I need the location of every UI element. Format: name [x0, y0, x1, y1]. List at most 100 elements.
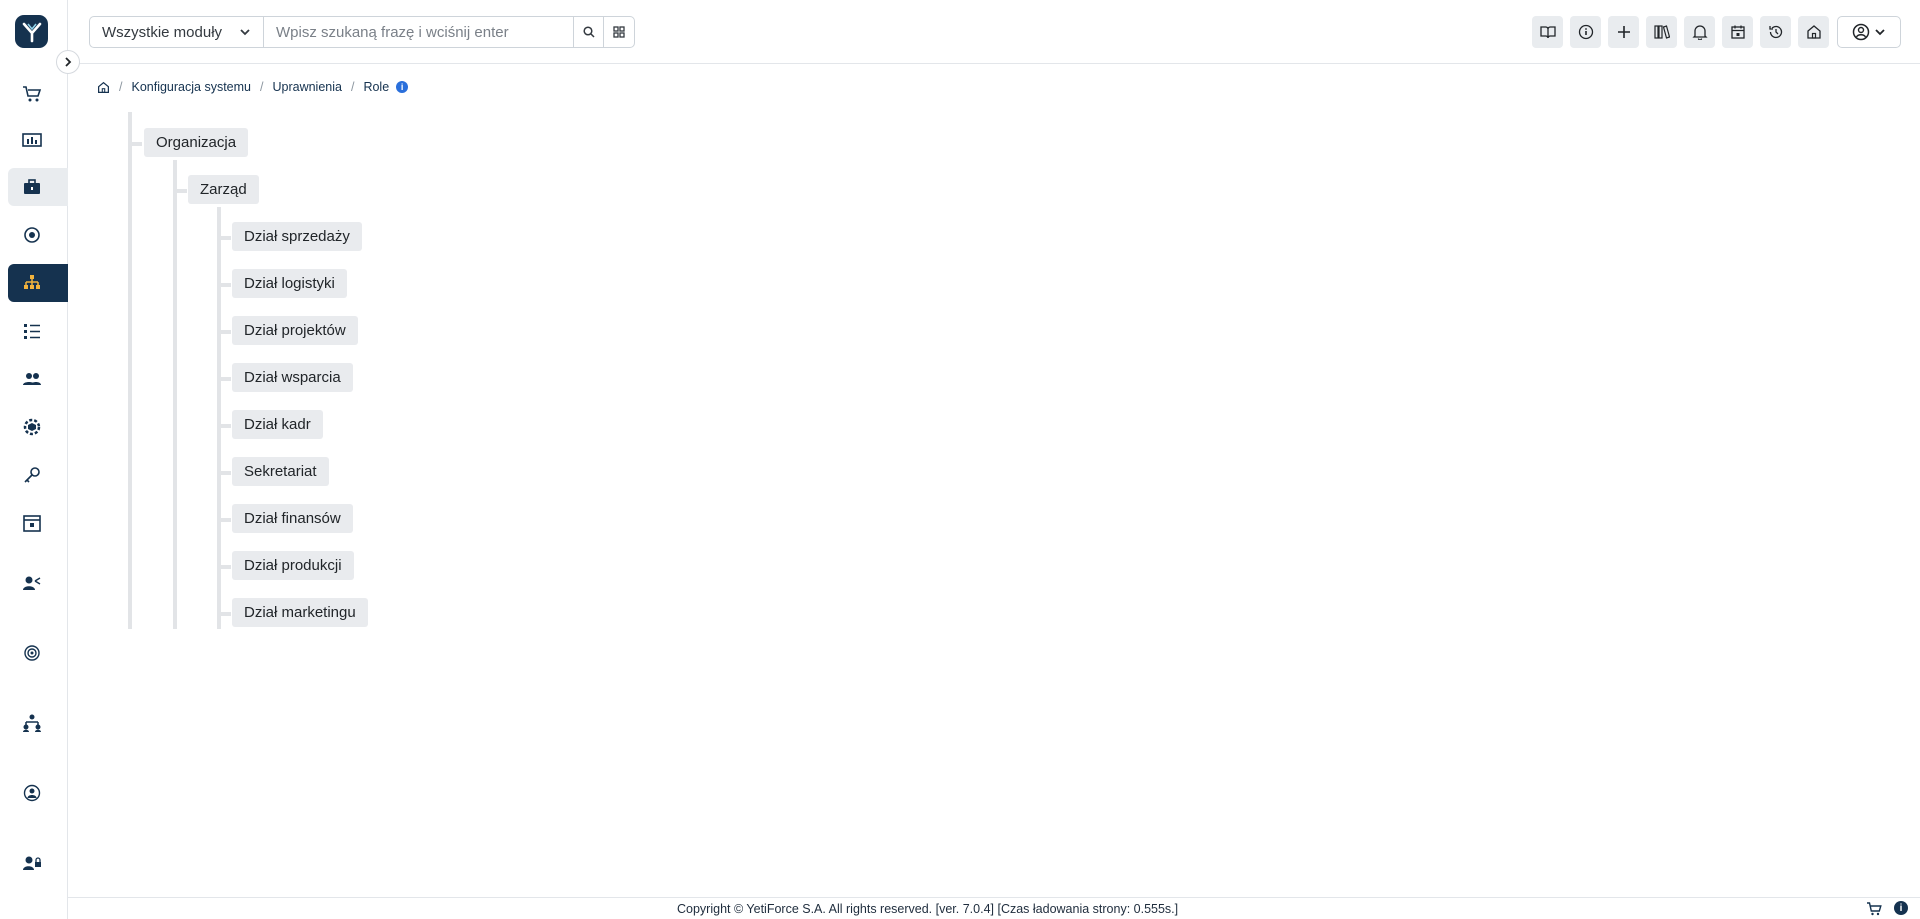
tree-connector — [177, 189, 187, 193]
user-sync-icon — [23, 784, 41, 802]
cart-icon[interactable] — [1866, 901, 1882, 917]
breadcrumb-item-current: Role — [363, 80, 390, 94]
notifications-button[interactable] — [1684, 16, 1715, 48]
sidebar-item-security[interactable] — [8, 456, 68, 494]
module-select[interactable]: Wszystkie moduły — [89, 16, 263, 48]
breadcrumb-separator: / — [119, 80, 123, 94]
tree-connector — [221, 565, 231, 569]
sidebar-item-calendar[interactable] — [8, 504, 68, 542]
tree-connector — [221, 330, 231, 334]
cog-cube-icon — [23, 418, 41, 436]
tree-node-level1[interactable]: Zarząd — [188, 175, 259, 204]
home-button[interactable] — [1798, 16, 1829, 48]
tree-connector — [221, 283, 231, 287]
tree-line — [128, 112, 132, 629]
breadcrumb-item[interactable]: Uprawnienia — [272, 80, 341, 94]
info-icon[interactable]: i — [396, 81, 409, 93]
footer-copyright: Copyright © YetiForce S.A. All rights re… — [677, 902, 1179, 916]
info-button[interactable] — [1570, 16, 1601, 48]
sidebar-item-fingerprint[interactable] — [8, 634, 68, 672]
sidebar-item-modules[interactable] — [8, 408, 68, 446]
tree-node-child[interactable]: Sekretariat — [232, 457, 329, 486]
fingerprint-icon — [24, 645, 40, 661]
home-icon — [1806, 25, 1821, 39]
info-icon — [1578, 24, 1593, 40]
tree-node-child[interactable]: Dział logistyki — [232, 269, 347, 298]
sidebar-item-org-chart[interactable] — [8, 264, 68, 302]
calendar-icon — [23, 515, 41, 532]
sidebar-item-dashboard[interactable] — [8, 122, 68, 160]
tree-connector — [221, 518, 231, 522]
home-icon[interactable] — [97, 81, 110, 94]
chevron-down-icon — [1875, 29, 1885, 36]
tree-node-child[interactable]: Dział produkcji — [232, 551, 354, 580]
tree-node-child[interactable]: Dział projektów — [232, 316, 358, 345]
user-tree-icon — [23, 714, 41, 732]
cart-icon — [23, 86, 42, 102]
sidebar-item-user-share[interactable] — [8, 564, 68, 602]
user-circle-icon — [1852, 23, 1870, 41]
bell-icon — [1691, 25, 1708, 40]
header: Wszystkie moduły — [68, 0, 1920, 64]
bookmarks-button[interactable] — [1646, 16, 1677, 48]
logo-icon — [22, 22, 41, 42]
sidebar-item-user-tree[interactable] — [8, 704, 68, 742]
breadcrumb: / Konfiguracja systemu / Uprawnienia / R… — [97, 80, 409, 94]
support-icon — [24, 227, 40, 243]
search-icon — [582, 26, 595, 38]
breadcrumb-separator: / — [260, 80, 264, 94]
grid-icon — [613, 26, 625, 38]
tree-node-child[interactable]: Dział wsparcia — [232, 363, 353, 392]
sidebar-item-business[interactable] — [8, 168, 68, 206]
tree-node-child[interactable]: Dział marketingu — [232, 598, 368, 627]
info-icon[interactable]: i — [1894, 901, 1908, 915]
search-input[interactable] — [263, 16, 574, 48]
sidebar-item-users[interactable] — [8, 360, 68, 398]
history-button[interactable] — [1760, 16, 1791, 48]
tree-node-child[interactable]: Dział sprzedaży — [232, 222, 362, 251]
reminders-button[interactable] — [1722, 16, 1753, 48]
sidebar-item-user-lock[interactable] — [8, 844, 68, 882]
book-icon — [1539, 26, 1556, 39]
breadcrumb-separator: / — [350, 80, 355, 94]
tree-connector — [132, 142, 142, 146]
quick-create-button[interactable] — [1608, 16, 1639, 48]
yetiforce-logo[interactable] — [15, 15, 48, 48]
sidebar-item-support[interactable] — [8, 216, 68, 254]
user-lock-icon — [23, 856, 41, 870]
tree-connector — [221, 612, 231, 616]
tree-node-child[interactable]: Dział kadr — [232, 410, 323, 439]
sidebar-item-sales[interactable] — [8, 75, 68, 113]
dashboard-icon — [22, 133, 42, 147]
sidebar-expand-button[interactable] — [56, 50, 80, 74]
calendar-icon — [1730, 25, 1745, 39]
user-share-icon — [23, 576, 41, 590]
tree-connector — [221, 471, 231, 475]
history-icon — [1768, 25, 1782, 39]
tree-connector — [221, 424, 231, 428]
advanced-search-button[interactable] — [603, 16, 635, 48]
org-chart-icon — [24, 275, 40, 289]
list-icon — [24, 324, 40, 339]
sidebar — [0, 0, 68, 919]
briefcase-icon — [24, 179, 40, 194]
tree-line — [173, 160, 177, 629]
module-select-value: Wszystkie moduły — [102, 23, 223, 41]
search-button[interactable] — [573, 16, 604, 48]
knowledge-base-button[interactable] — [1532, 16, 1563, 48]
tree-node-child[interactable]: Dział finansów — [232, 504, 353, 533]
tree-connector — [221, 236, 231, 240]
sidebar-item-list[interactable] — [8, 312, 68, 350]
key-icon — [24, 467, 40, 483]
books-icon — [1653, 25, 1670, 39]
tree-connector — [221, 377, 231, 381]
sidebar-item-user-sync[interactable] — [8, 774, 68, 812]
tree-node-root[interactable]: Organizacja — [144, 128, 249, 157]
users-icon — [23, 373, 41, 385]
chevron-down-icon — [240, 29, 250, 36]
chevron-right-icon — [65, 57, 72, 67]
footer: Copyright © YetiForce S.A. All rights re… — [68, 897, 1920, 919]
breadcrumb-item[interactable]: Konfiguracja systemu — [131, 80, 251, 94]
plus-icon — [1617, 26, 1630, 38]
user-menu-button[interactable] — [1837, 16, 1901, 48]
